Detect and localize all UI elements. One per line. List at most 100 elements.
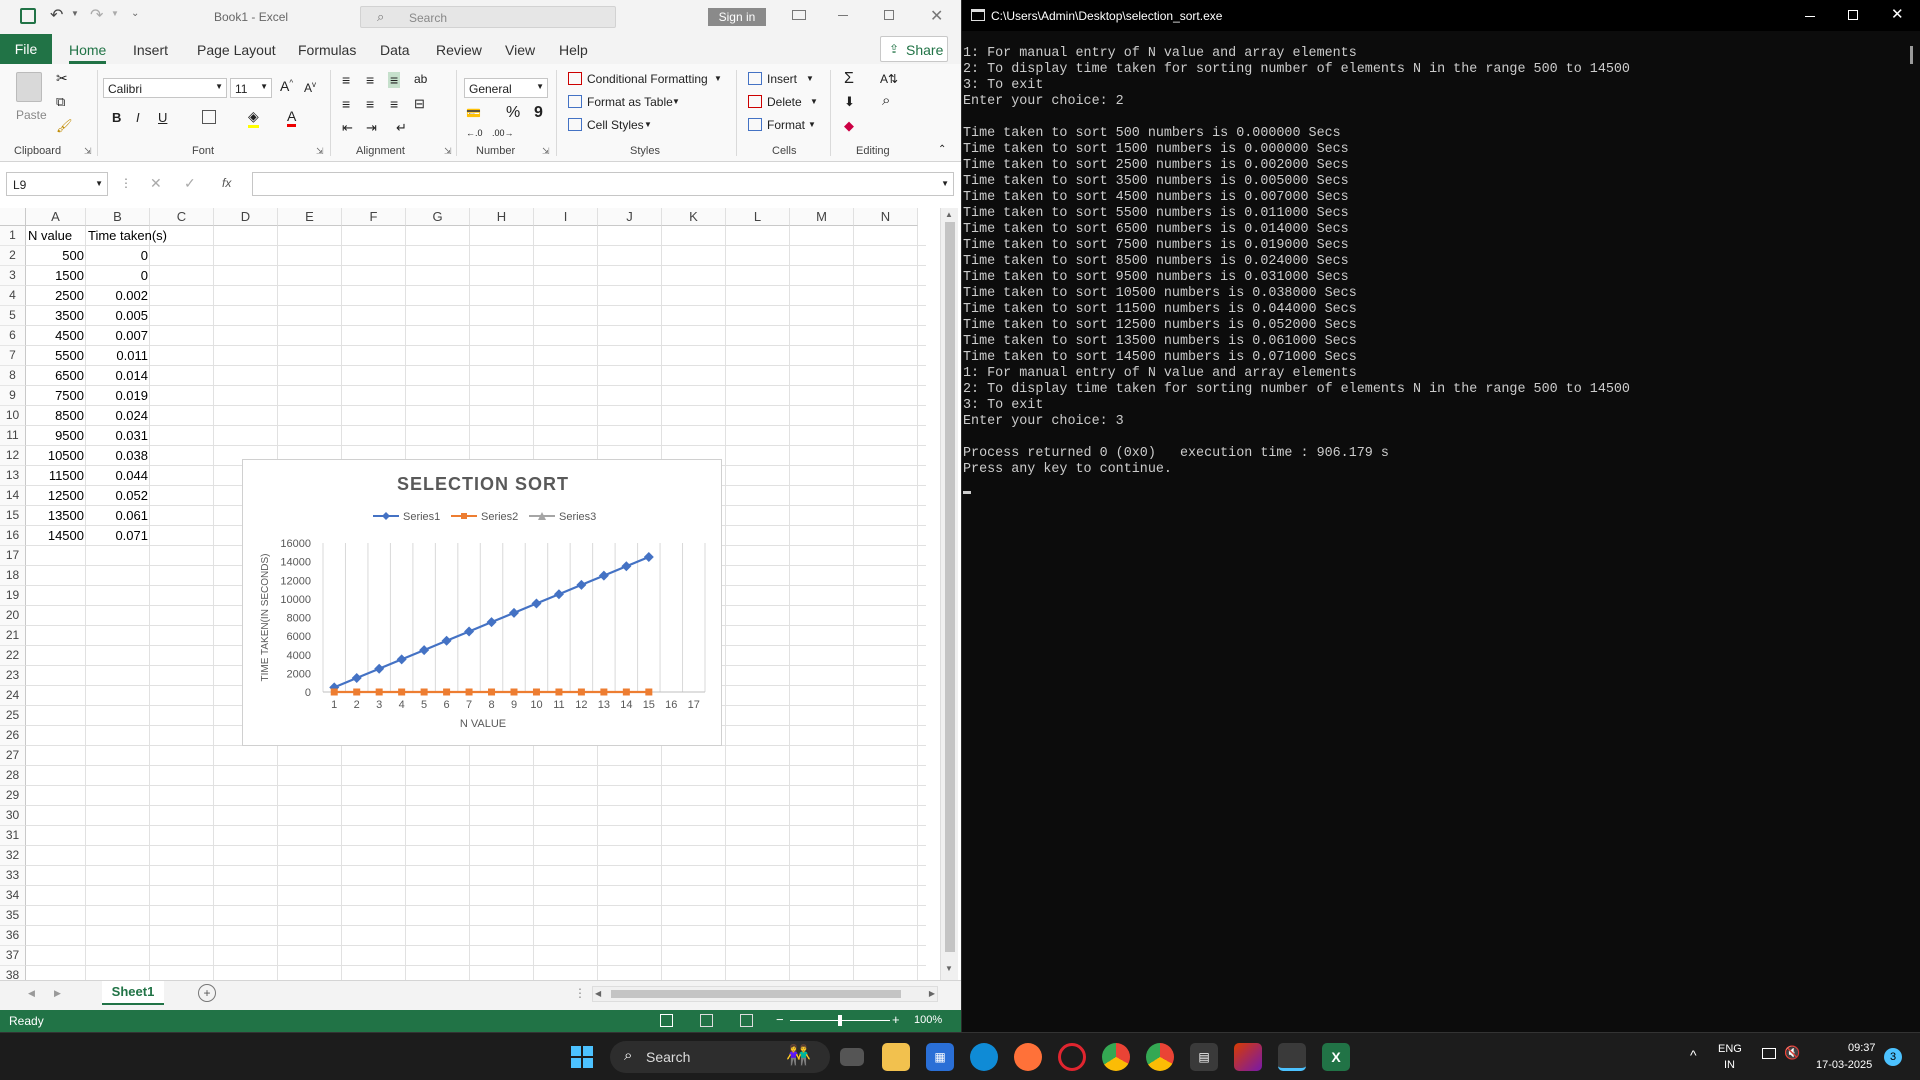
insert-cells-button[interactable]: Insert [767,72,797,86]
tab-help[interactable]: Help [559,42,588,58]
split-handle-icon[interactable]: ⋮ [574,986,586,1000]
add-sheet-icon[interactable]: + [198,984,216,1002]
cell-b7[interactable]: 0.011 [86,346,150,366]
fill-color-icon[interactable]: ◈ [248,108,259,128]
horizontal-scrollbar[interactable]: ◀ ▶ [592,986,938,1002]
comma-icon[interactable]: 9 [534,104,543,122]
cell-b8[interactable]: 0.014 [86,366,150,386]
ribbon-display-icon[interactable] [792,10,806,20]
language-bottom[interactable]: IN [1724,1059,1735,1071]
row-header-35[interactable]: 35 [0,906,26,926]
undo-icon[interactable]: ↶ [50,5,63,25]
cell-a11[interactable]: 9500 [26,426,86,446]
cell-a7[interactable]: 5500 [26,346,86,366]
sheet-tab-sheet1[interactable]: Sheet1 [102,981,164,1005]
clock-time[interactable]: 09:37 [1848,1042,1876,1054]
decrease-decimal-icon[interactable]: .00→ [492,128,514,138]
column-header-f[interactable]: F [342,208,406,226]
minimize-icon[interactable] [838,15,848,16]
row-header-23[interactable]: 23 [0,666,26,686]
chrome-icon[interactable] [1102,1043,1130,1071]
cell-b1[interactable]: Time taken(s) [86,226,176,246]
undo-dropdown-icon[interactable]: ▼ [71,9,79,18]
scroll-up-icon[interactable]: ▲ [945,210,953,219]
column-header-c[interactable]: C [150,208,214,226]
row-header-22[interactable]: 22 [0,646,26,666]
maximize-icon[interactable] [884,10,894,20]
align-left-icon[interactable]: ≡ [342,96,350,112]
network-icon[interactable] [1762,1048,1776,1059]
sheet-next-icon[interactable]: ▶ [54,988,61,999]
console-app-taskbar-icon[interactable] [1278,1043,1306,1071]
copy-icon[interactable]: ⧉ [56,94,65,110]
sign-in-button[interactable]: Sign in [708,8,766,26]
cell-a10[interactable]: 8500 [26,406,86,426]
cell-b14[interactable]: 0.052 [86,486,150,506]
page-break-view-icon[interactable] [740,1014,753,1027]
cell-b5[interactable]: 0.005 [86,306,150,326]
cell-b13[interactable]: 0.044 [86,466,150,486]
zoom-slider[interactable] [790,1015,890,1026]
clear-icon[interactable]: ◆ [844,118,854,134]
row-header-3[interactable]: 3 [0,266,26,286]
delete-cells-button[interactable]: Delete [767,95,802,109]
cell-b9[interactable]: 0.019 [86,386,150,406]
row-header-36[interactable]: 36 [0,926,26,946]
formula-input[interactable]: ▼ [252,172,954,196]
borders-icon[interactable] [202,110,216,124]
paste-icon[interactable] [16,72,42,102]
column-header-i[interactable]: I [534,208,598,226]
number-launcher-icon[interactable]: ⇲ [542,146,550,157]
firefox-icon[interactable] [1014,1043,1042,1071]
percent-icon[interactable]: % [506,104,520,122]
increase-font-icon[interactable]: A^ [280,78,293,94]
sheet-prev-icon[interactable]: ◀ [28,988,35,999]
clipboard-launcher-icon[interactable]: ⇲ [84,146,92,157]
normal-view-icon[interactable] [660,1014,673,1027]
cell-b3[interactable]: 0 [86,266,150,286]
format-painter-icon[interactable]: 🖌 [56,118,73,134]
cell-b4[interactable]: 0.002 [86,286,150,306]
column-header-g[interactable]: G [406,208,470,226]
font-size-select[interactable]: 11 ▼ [230,78,272,98]
row-header-17[interactable]: 17 [0,546,26,566]
insert-function-icon[interactable]: fx [222,176,231,190]
row-header-6[interactable]: 6 [0,326,26,346]
row-header-20[interactable]: 20 [0,606,26,626]
share-button[interactable]: ⇪ Share [880,36,948,62]
format-cells-icon[interactable] [748,118,762,131]
column-header-j[interactable]: J [598,208,662,226]
row-header-28[interactable]: 28 [0,766,26,786]
conditional-formatting-button[interactable]: Conditional Formatting [587,72,708,86]
format-as-table-button[interactable]: Format as Table [587,95,673,109]
page-layout-view-icon[interactable] [700,1014,713,1027]
cut-icon[interactable]: ✂ [56,70,68,87]
cell-a2[interactable]: 500 [26,246,86,266]
row-header-37[interactable]: 37 [0,946,26,966]
column-header-e[interactable]: E [278,208,342,226]
cell-a14[interactable]: 12500 [26,486,86,506]
fill-icon[interactable]: ⬇ [844,94,855,110]
row-header-25[interactable]: 25 [0,706,26,726]
tab-page-layout[interactable]: Page Layout [197,42,276,58]
notification-badge[interactable]: 3 [1884,1048,1902,1066]
cell-b2[interactable]: 0 [86,246,150,266]
cell-a12[interactable]: 10500 [26,446,86,466]
row-header-30[interactable]: 30 [0,806,26,826]
row-header-24[interactable]: 24 [0,686,26,706]
cancel-icon[interactable]: ✕ [150,175,162,192]
cell-a15[interactable]: 13500 [26,506,86,526]
language-top[interactable]: ENG [1718,1043,1742,1055]
row-header-26[interactable]: 26 [0,726,26,746]
calculator-icon[interactable]: ▤ [1190,1043,1218,1071]
column-header-l[interactable]: L [726,208,790,226]
row-header-13[interactable]: 13 [0,466,26,486]
column-header-n[interactable]: N [854,208,918,226]
tab-review[interactable]: Review [436,42,482,58]
column-header-m[interactable]: M [790,208,854,226]
row-header-1[interactable]: 1 [0,226,26,246]
scroll-down-icon[interactable]: ▼ [945,964,953,973]
start-button[interactable] [571,1046,593,1068]
cell-a16[interactable]: 14500 [26,526,86,546]
tab-data[interactable]: Data [380,42,410,58]
